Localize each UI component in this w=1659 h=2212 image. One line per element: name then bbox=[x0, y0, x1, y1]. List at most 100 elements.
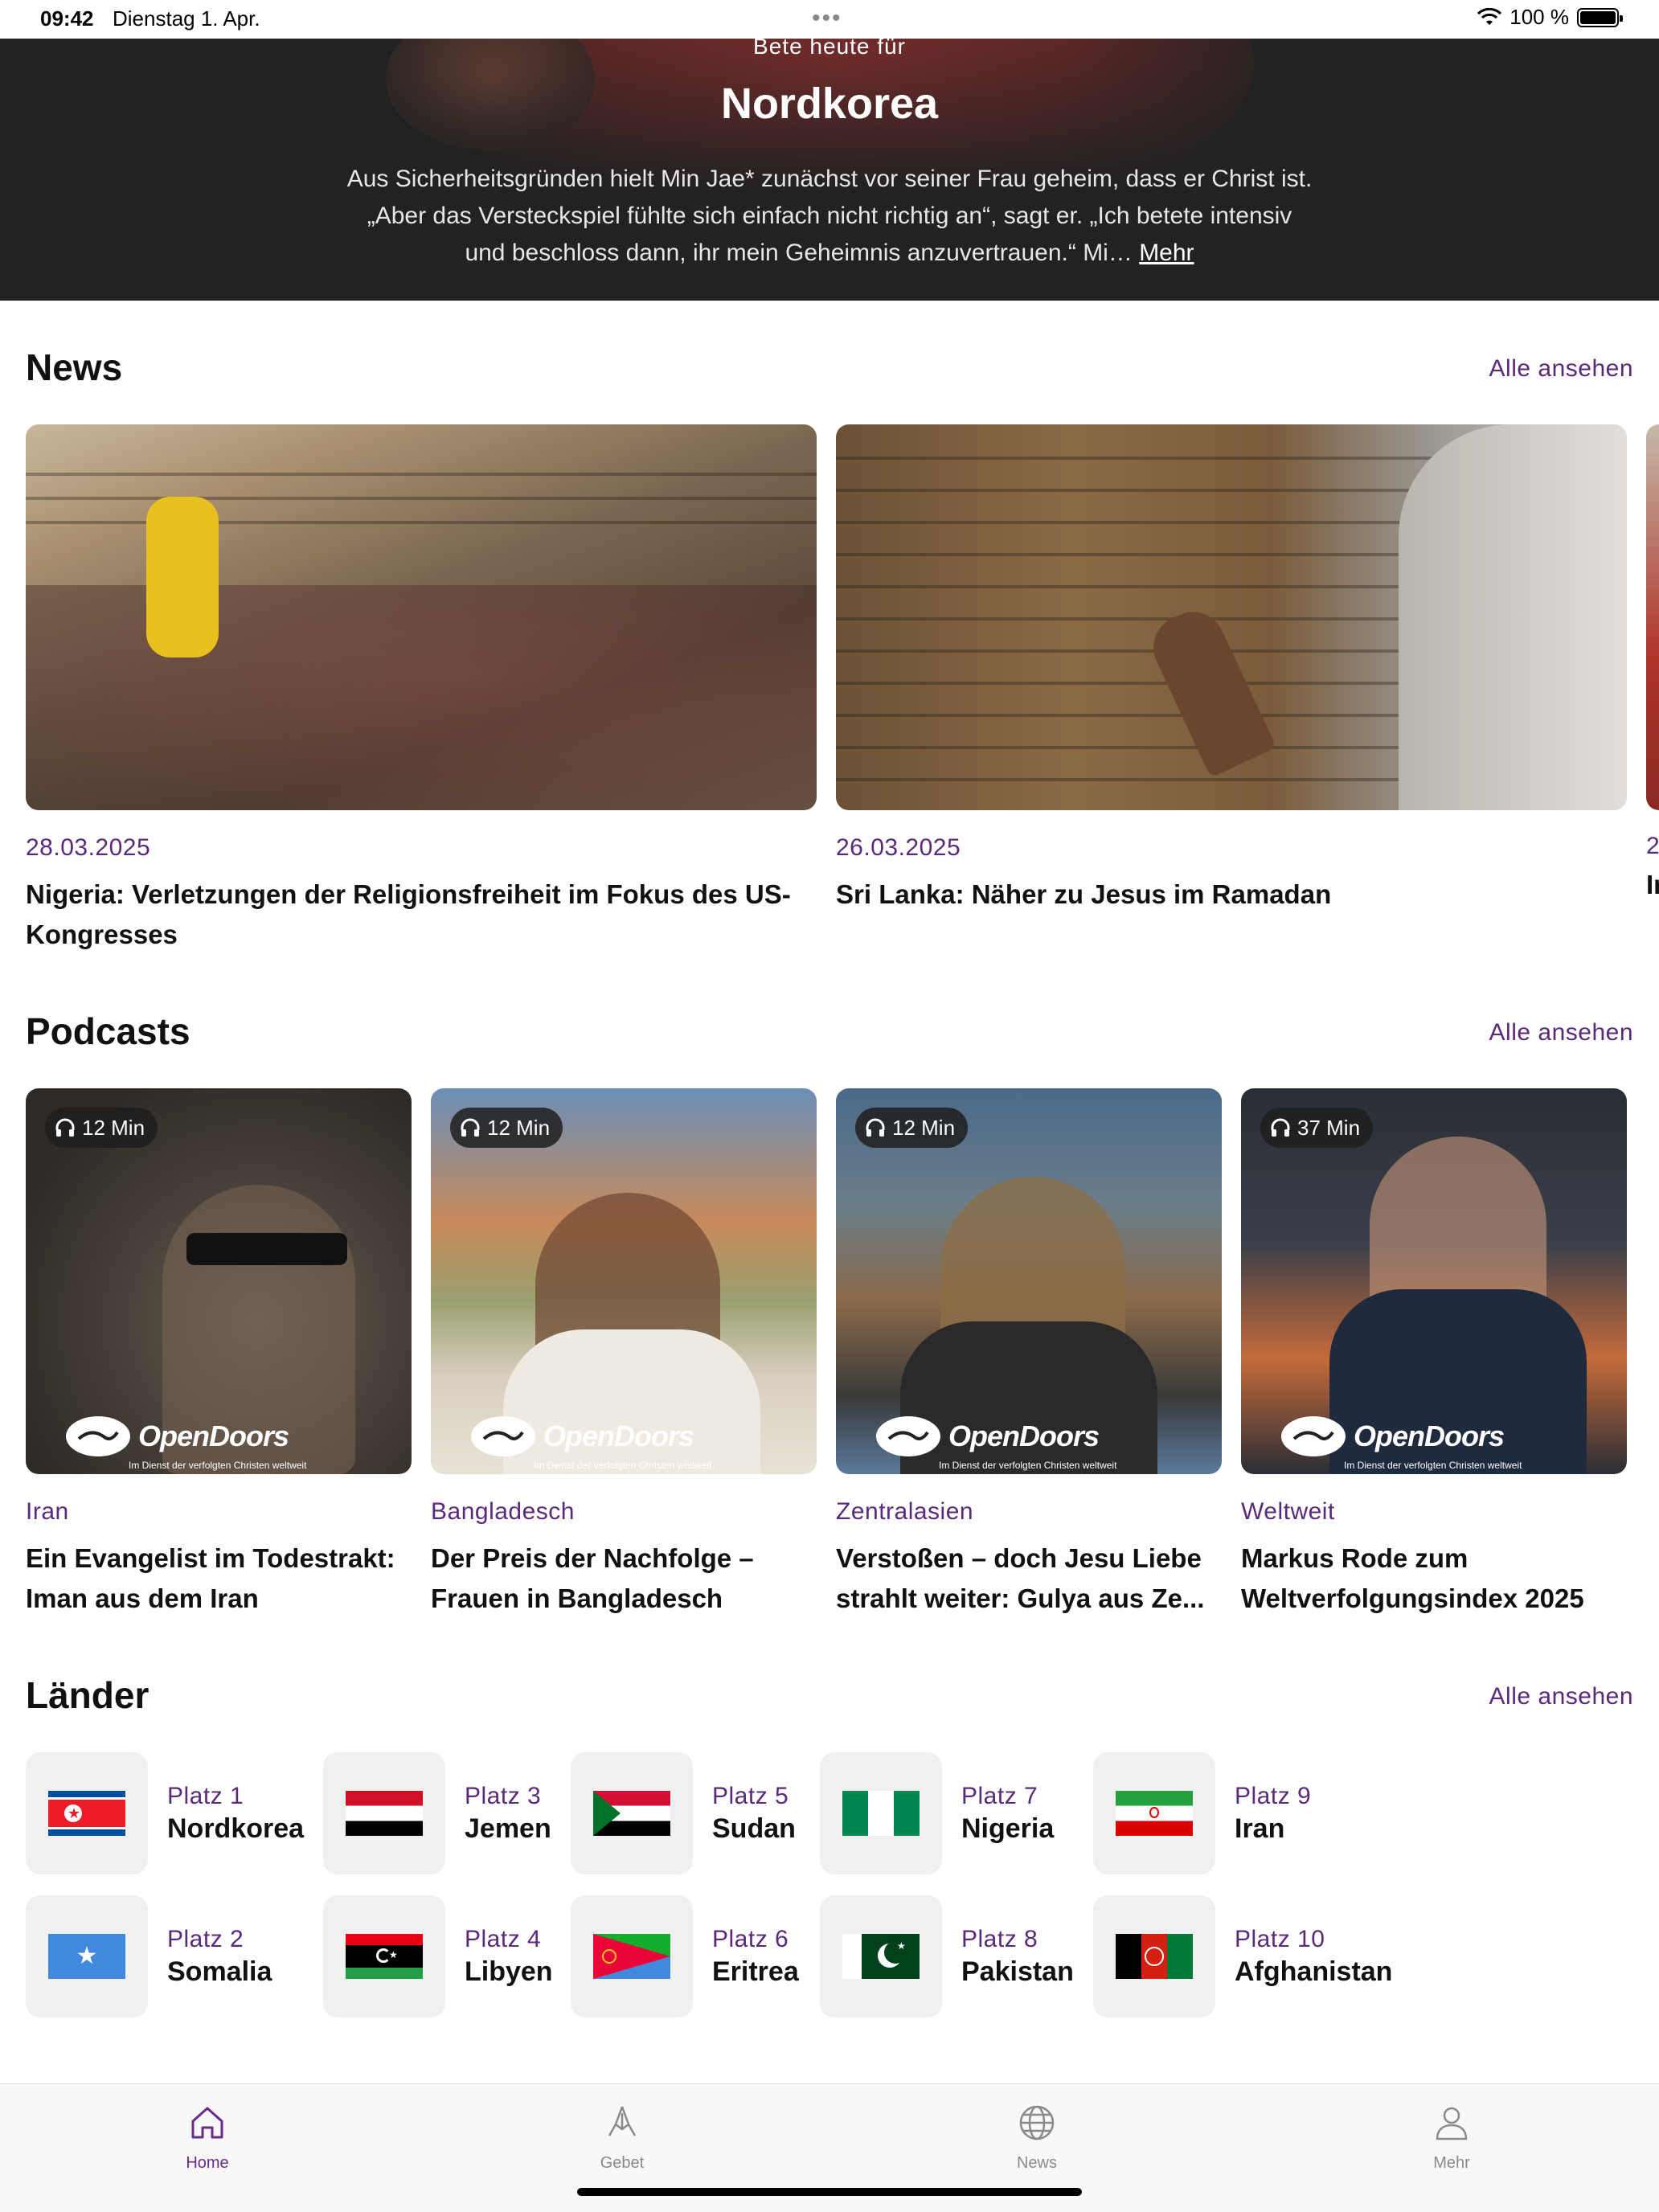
tab-home[interactable]: Home bbox=[151, 2100, 264, 2173]
podcast-card[interactable]: 12 Min OpenDoors Im Dienst der verfolgte… bbox=[836, 1088, 1222, 1619]
country-item-north-korea[interactable]: ★ Platz 1 Nordkorea bbox=[26, 1752, 304, 1874]
afghanistan-flag-icon bbox=[1116, 1934, 1193, 1979]
country-item-somalia[interactable]: ★ Platz 2 Somalia bbox=[26, 1895, 272, 2017]
podcast-duration: 37 Min bbox=[1297, 1115, 1361, 1140]
north-korea-flag-icon: ★ bbox=[48, 1791, 125, 1836]
country-rank: Platz 6 bbox=[712, 1925, 789, 1952]
country-name: Sudan bbox=[712, 1813, 796, 1844]
news-title: Nigeria: Verletzungen der Religionsfreih… bbox=[26, 879, 791, 949]
news-card[interactable]: 26.03.2025 Sri Lanka: Näher zu Jesus im … bbox=[836, 424, 1627, 915]
country-item-iran[interactable]: Platz 9 Iran bbox=[1093, 1752, 1311, 1874]
prayer-hero[interactable]: Bete heute für Nordkorea Aus Sicherheits… bbox=[0, 39, 1659, 301]
tab-label: News bbox=[1016, 2154, 1057, 2172]
country-name: Iran bbox=[1235, 1813, 1285, 1844]
podcast-title: Ein Evangelist im Todestrakt: Iman aus d… bbox=[26, 1543, 395, 1613]
country-name: Somalia bbox=[167, 1956, 272, 1987]
country-item-afghanistan[interactable]: Platz 10 Afghanistan bbox=[1093, 1895, 1392, 2017]
country-name: Jemen bbox=[465, 1813, 551, 1844]
podcast-title: Verstoßen – doch Jesu Liebe strahlt weit… bbox=[836, 1543, 1205, 1613]
news-image bbox=[26, 424, 817, 810]
podcast-duration: 12 Min bbox=[892, 1115, 956, 1140]
open-doors-logo: OpenDoors bbox=[471, 1416, 694, 1456]
country-item-pakistan[interactable]: ★ Platz 8 Pakistan bbox=[820, 1895, 1074, 2017]
podcast-duration-badge: 12 Min bbox=[450, 1108, 563, 1148]
news-see-all-link[interactable]: Alle ansehen bbox=[1489, 355, 1633, 383]
podcast-title: Der Preis der Nachfolge – Frauen in Bang… bbox=[431, 1543, 754, 1613]
country-rank: Platz 7 bbox=[961, 1782, 1038, 1809]
headphones-icon bbox=[866, 1118, 885, 1137]
podcast-image: 12 Min OpenDoors Im Dienst der verfolgte… bbox=[431, 1088, 817, 1474]
podcast-duration-badge: 37 Min bbox=[1260, 1108, 1374, 1148]
status-bar: 09:42 Dienstag 1. Apr. ••• 100 % bbox=[0, 0, 1659, 39]
hero-kicker: Bete heute für bbox=[753, 39, 906, 59]
podcast-title: Markus Rode zum Weltverfolgungsindex 202… bbox=[1241, 1543, 1584, 1613]
country-name: Nigeria bbox=[961, 1813, 1055, 1844]
country-rank: Platz 5 bbox=[712, 1782, 789, 1809]
country-rank: Platz 1 bbox=[167, 1782, 244, 1809]
countries-see-all-link[interactable]: Alle ansehen bbox=[1489, 1683, 1633, 1710]
country-name: Nordkorea bbox=[167, 1813, 305, 1844]
tab-label: Mehr bbox=[1433, 2154, 1470, 2172]
news-card-peek[interactable] bbox=[1646, 424, 1659, 810]
news-image bbox=[836, 424, 1627, 810]
yemen-flag-icon bbox=[346, 1791, 423, 1836]
news-date: 28.03.2025 bbox=[26, 834, 151, 861]
podcast-image: 12 Min OpenDoors Im Dienst der verfolgte… bbox=[836, 1088, 1222, 1474]
multitasking-dots-icon[interactable]: ••• bbox=[812, 5, 842, 32]
country-name: Afghanistan bbox=[1235, 1956, 1393, 1987]
country-item-nigeria[interactable]: Platz 7 Nigeria bbox=[820, 1752, 1054, 1874]
country-item-eritrea[interactable]: Platz 6 Eritrea bbox=[571, 1895, 799, 2017]
country-item-yemen[interactable]: Platz 3 Jemen bbox=[323, 1752, 551, 1874]
podcasts-section-title: Podcasts bbox=[26, 1010, 190, 1052]
podcast-duration: 12 Min bbox=[487, 1115, 551, 1140]
news-title: Sri Lanka: Näher zu Jesus im Ramadan bbox=[836, 879, 1332, 909]
news-title: Ir bbox=[1646, 870, 1659, 899]
country-rank: Platz 8 bbox=[961, 1925, 1038, 1952]
podcast-duration-badge: 12 Min bbox=[855, 1108, 969, 1148]
headphones-icon bbox=[55, 1118, 75, 1137]
wifi-icon bbox=[1477, 7, 1502, 25]
news-date: 26.03.2025 bbox=[836, 834, 961, 861]
status-indicators: 100 % bbox=[1477, 5, 1623, 30]
pakistan-flag-icon: ★ bbox=[842, 1934, 920, 1979]
country-item-libya[interactable]: ★ Platz 4 Libyen bbox=[323, 1895, 553, 2017]
somalia-flag-icon: ★ bbox=[48, 1934, 125, 1979]
news-section-title: News bbox=[26, 346, 123, 388]
tab-news[interactable]: News bbox=[981, 2100, 1093, 2173]
open-doors-logo: OpenDoors bbox=[66, 1416, 289, 1456]
country-name: Eritrea bbox=[712, 1956, 799, 1987]
tab-label: Gebet bbox=[600, 2154, 645, 2172]
tab-label: Home bbox=[186, 2154, 229, 2172]
podcast-category: Bangladesch bbox=[431, 1498, 575, 1525]
country-rank: Platz 2 bbox=[167, 1925, 244, 1952]
headphones-icon bbox=[461, 1118, 480, 1137]
headphones-icon bbox=[1271, 1118, 1290, 1137]
hero-title: Nordkorea bbox=[720, 80, 939, 128]
countries-section-title: Länder bbox=[26, 1674, 150, 1716]
battery-percent: 100 % bbox=[1509, 5, 1569, 29]
podcast-duration-badge: 12 Min bbox=[45, 1108, 158, 1148]
praying-hands-icon bbox=[608, 2106, 637, 2136]
podcast-image: 12 Min OpenDoors Im Dienst der verfolgte… bbox=[26, 1088, 412, 1474]
country-rank: Platz 10 bbox=[1235, 1925, 1325, 1952]
podcasts-see-all-link[interactable]: Alle ansehen bbox=[1489, 1019, 1633, 1047]
podcast-category: Weltweit bbox=[1241, 1498, 1335, 1525]
tab-gebet[interactable]: Gebet bbox=[566, 2100, 678, 2173]
tab-mehr[interactable]: Mehr bbox=[1395, 2100, 1508, 2173]
hero-more-link[interactable]: Mehr bbox=[1139, 240, 1194, 266]
open-doors-logo: OpenDoors bbox=[876, 1416, 1100, 1456]
podcast-card[interactable]: 12 Min OpenDoors Im Dienst der verfolgte… bbox=[26, 1088, 412, 1619]
country-rank: Platz 9 bbox=[1235, 1782, 1312, 1809]
podcast-card[interactable]: 12 Min OpenDoors Im Dienst der verfolgte… bbox=[431, 1088, 817, 1619]
podcast-category: Zentralasien bbox=[836, 1498, 974, 1525]
country-rank: Platz 4 bbox=[465, 1925, 542, 1952]
hero-text: Aus Sicherheitsgründen hielt Min Jae* zu… bbox=[346, 161, 1313, 272]
podcast-duration: 12 Min bbox=[82, 1115, 145, 1140]
podcast-card[interactable]: 37 Min OpenDoors Im Dienst der verfolgte… bbox=[1241, 1088, 1627, 1619]
country-item-sudan[interactable]: Platz 5 Sudan bbox=[571, 1752, 796, 1874]
home-indicator[interactable] bbox=[577, 2188, 1082, 2196]
news-date: 2 bbox=[1646, 833, 1659, 859]
iran-flag-icon bbox=[1116, 1791, 1193, 1836]
status-time: 09:42 bbox=[40, 6, 94, 31]
news-card[interactable]: 28.03.2025 Nigeria: Verletzungen der Rel… bbox=[26, 424, 817, 955]
